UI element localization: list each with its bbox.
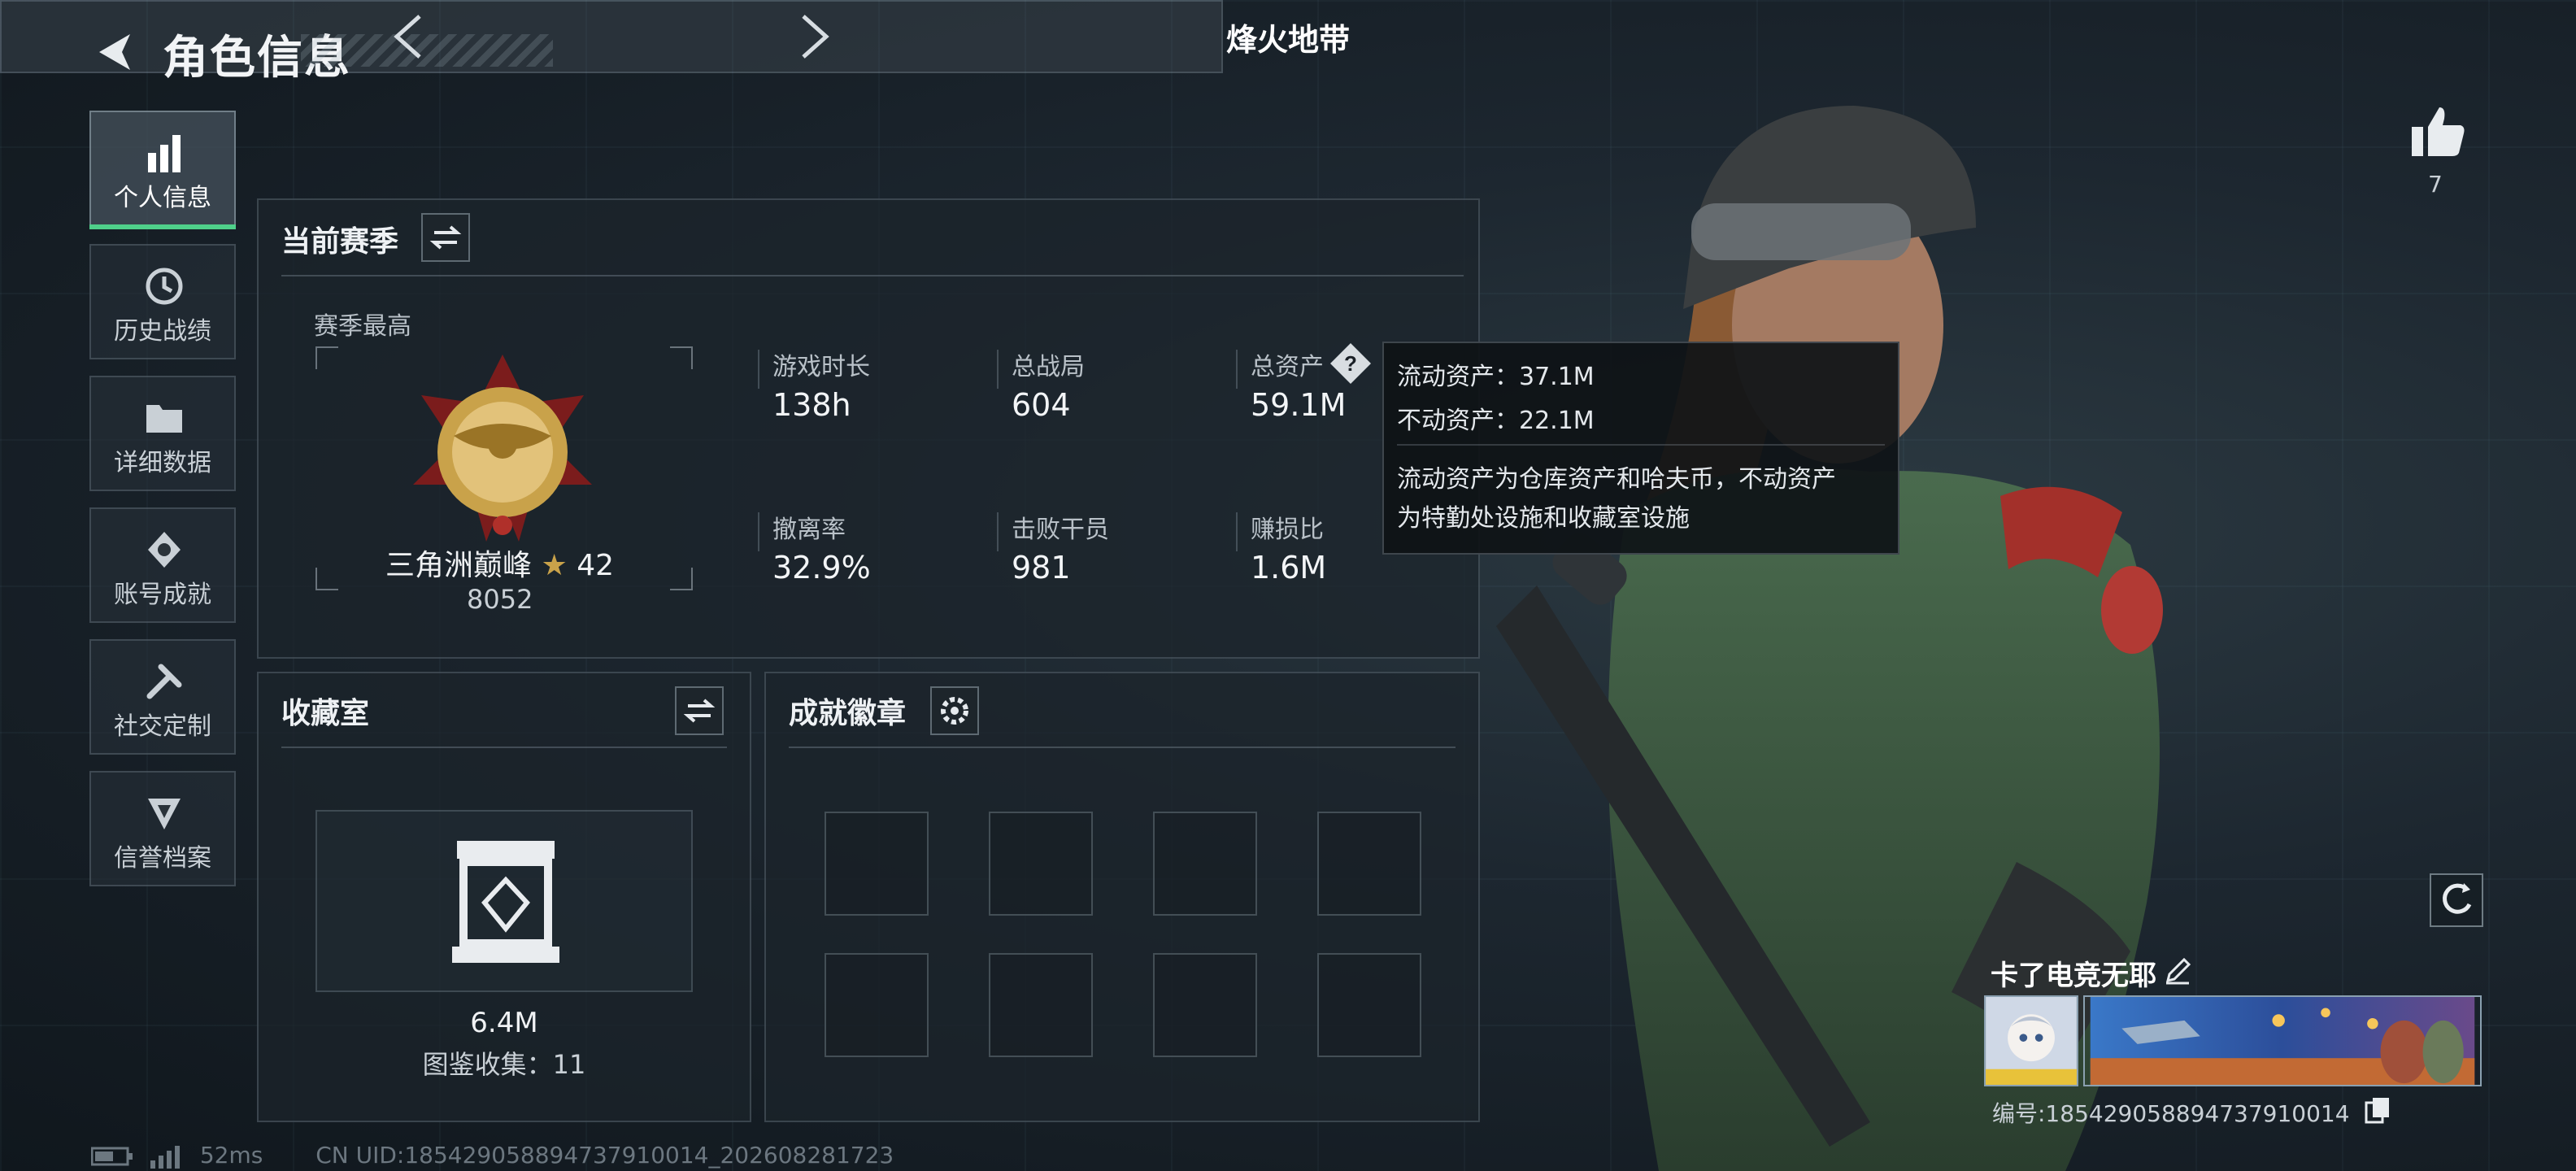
section-divider bbox=[281, 747, 727, 748]
edit-icon[interactable] bbox=[2163, 956, 2192, 986]
sidebar-item-details[interactable]: 详细数据 bbox=[89, 376, 236, 491]
tooltip-divider bbox=[1397, 444, 1885, 446]
copy-icon[interactable] bbox=[2365, 1096, 2391, 1124]
star-icon: ★ bbox=[541, 549, 568, 582]
refresh-button[interactable] bbox=[2430, 873, 2483, 927]
badge-slot[interactable] bbox=[1153, 953, 1257, 1057]
swap-icon bbox=[429, 225, 462, 250]
rank-stars: 42 bbox=[577, 549, 615, 582]
achievement-icon bbox=[148, 532, 181, 568]
section-divider bbox=[281, 275, 1464, 276]
chevron-right-icon[interactable] bbox=[797, 13, 833, 60]
rank-medal-icon bbox=[413, 355, 592, 542]
sidebar-item-label: 账号成就 bbox=[114, 581, 211, 609]
stat-value-total-assets: 59.1M bbox=[1251, 387, 1347, 423]
svg-text:?: ? bbox=[1344, 351, 1357, 376]
help-icon[interactable]: ? bbox=[1329, 342, 1373, 385]
tooltip-fixed-assets: 不动资产：22.1M bbox=[1397, 407, 1595, 435]
sidebar-item-label: 详细数据 bbox=[114, 449, 211, 477]
bar-chart-icon bbox=[148, 135, 181, 172]
badges-title: 成就徽章 bbox=[789, 697, 907, 730]
badge-slot[interactable] bbox=[1317, 953, 1421, 1057]
sidebar-item-history[interactable]: 历史战绩 bbox=[89, 244, 236, 359]
swap-icon bbox=[683, 699, 716, 723]
assets-tooltip: 流动资产：37.1M 不动资产：22.1M 流动资产为仓库资产和哈夫币，不动资产… bbox=[1382, 342, 1899, 555]
badges-panel: 成就徽章 bbox=[764, 672, 1480, 1122]
sidebar-item-label: 历史战绩 bbox=[114, 317, 211, 346]
battery-icon bbox=[90, 1147, 133, 1166]
stat-value-total-matches: 604 bbox=[1012, 387, 1071, 423]
stat-label-kills: 击败干员 bbox=[1012, 516, 1109, 544]
thumbs-up-icon[interactable] bbox=[2408, 102, 2467, 161]
sidebar-item-label: 个人信息 bbox=[114, 184, 211, 212]
stat-label-extraction-rate: 撤离率 bbox=[772, 516, 846, 544]
stat-label-total-assets: 总资产 bbox=[1251, 353, 1324, 381]
badge-slot[interactable] bbox=[825, 953, 929, 1057]
collection-display[interactable] bbox=[315, 810, 693, 992]
tools-icon bbox=[146, 664, 182, 699]
collection-switch-button[interactable] bbox=[675, 686, 724, 735]
ping-value: 52ms bbox=[199, 1142, 263, 1169]
stat-label-total-matches: 总战局 bbox=[1012, 353, 1085, 381]
player-id: 编号:1854290588947379100​14 bbox=[1992, 1100, 2350, 1127]
stat-separator bbox=[997, 512, 999, 551]
stat-separator bbox=[758, 512, 759, 551]
rank-score: 8052 bbox=[467, 584, 533, 615]
collection-panel: 收藏室 6.4M 图鉴收集：11 bbox=[257, 672, 751, 1122]
sidebar-item-label: 社交定制 bbox=[114, 712, 211, 741]
rank-name-row: 三角洲巅峰 ★ 42 bbox=[385, 542, 614, 584]
uid-text: CN UID:1854290588947379100​14_2026082817… bbox=[315, 1142, 894, 1169]
collection-count: 图鉴收集：11 bbox=[422, 1049, 586, 1080]
tooltip-liquid-assets: 流动资产：37.1M bbox=[1397, 363, 1595, 391]
frame-corner bbox=[670, 568, 693, 590]
mode-label: 烽火地带 bbox=[1225, 22, 1350, 58]
stat-separator bbox=[1236, 512, 1238, 551]
section-divider bbox=[789, 747, 1456, 748]
signal-icon bbox=[150, 1146, 180, 1169]
like-count: 7 bbox=[2428, 171, 2443, 198]
season-best-label: 赛季最高 bbox=[314, 312, 411, 341]
stat-label-profit-ratio: 赚损比 bbox=[1251, 516, 1324, 544]
sidebar-item-label: 信誉档案 bbox=[114, 844, 211, 873]
player-name: 卡了电竞无耶 bbox=[1991, 960, 2156, 992]
gear-icon bbox=[941, 697, 968, 725]
season-title: 当前赛季 bbox=[281, 225, 399, 259]
badge-slot[interactable] bbox=[989, 953, 1093, 1057]
folder-icon bbox=[146, 405, 182, 433]
avatar[interactable] bbox=[1984, 995, 2078, 1086]
badges-settings-button[interactable] bbox=[930, 686, 979, 735]
frame-corner bbox=[315, 568, 338, 590]
profile-banner[interactable] bbox=[2083, 995, 2482, 1086]
stat-separator bbox=[1236, 350, 1238, 389]
season-panel: 当前赛季 赛季最高 三角洲巅峰 ★ 42 8052 游戏时长 138h 总战局 … bbox=[257, 198, 1480, 659]
sidebar-item-personal-info[interactable]: 个人信息 bbox=[89, 111, 236, 229]
stat-value-extraction-rate: 32.9% bbox=[772, 550, 871, 586]
collection-value: 6.4M bbox=[470, 1007, 538, 1039]
stat-label-playtime: 游戏时长 bbox=[772, 353, 870, 381]
season-switch-button[interactable] bbox=[421, 213, 470, 262]
collection-case-icon bbox=[452, 841, 559, 963]
stat-separator bbox=[997, 350, 999, 389]
sidebar-item-social[interactable]: 社交定制 bbox=[89, 639, 236, 755]
stat-value-kills: 981 bbox=[1012, 550, 1071, 586]
badge-slot[interactable] bbox=[1153, 812, 1257, 916]
tooltip-description-line2: 为特勤处设施和收藏室设施 bbox=[1397, 504, 1690, 533]
credit-icon bbox=[148, 799, 181, 829]
badge-slot[interactable] bbox=[1317, 812, 1421, 916]
collection-title: 收藏室 bbox=[281, 697, 370, 730]
sidebar-item-credit[interactable]: 信誉档案 bbox=[89, 771, 236, 886]
rank-name: 三角洲巅峰 bbox=[385, 549, 533, 582]
history-icon bbox=[146, 268, 183, 305]
stat-value-playtime: 138h bbox=[772, 387, 851, 423]
frame-corner bbox=[670, 346, 693, 369]
status-footer: 52ms CN UID:1854290588947379100​14_20260… bbox=[90, 1142, 894, 1169]
tooltip-description-line1: 流动资产为仓库资产和哈夫币，不动资产 bbox=[1397, 465, 1836, 494]
badge-slot[interactable] bbox=[989, 812, 1093, 916]
frame-corner bbox=[315, 346, 338, 369]
refresh-icon bbox=[2443, 883, 2472, 914]
sidebar-item-achievements[interactable]: 账号成就 bbox=[89, 507, 236, 623]
stat-value-profit-ratio: 1.6M bbox=[1251, 550, 1327, 586]
badge-slot[interactable] bbox=[825, 812, 929, 916]
stat-separator bbox=[758, 350, 759, 389]
